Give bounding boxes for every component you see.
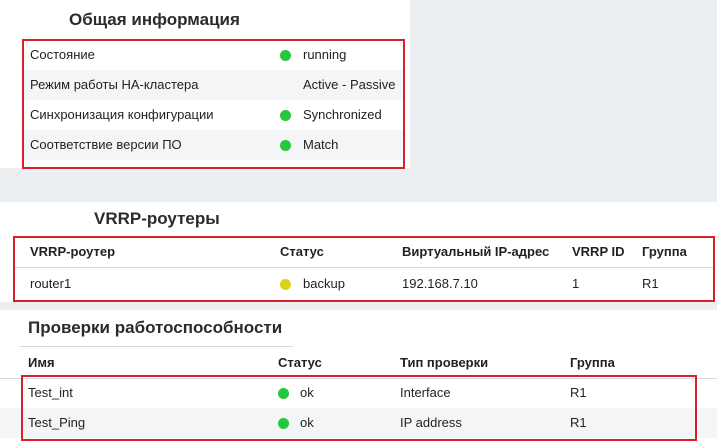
general-info-title: Общая информация <box>69 10 240 29</box>
health-col-type: Тип проверки <box>400 355 489 370</box>
health-title: Проверки работоспособности <box>28 318 283 337</box>
vrrp-title: VRRP-роутеры <box>94 209 220 228</box>
health-col-group: Группа <box>570 355 615 370</box>
health-highlight <box>21 375 697 441</box>
health-title-underline <box>20 346 293 347</box>
vrrp-highlight <box>13 236 715 302</box>
general-info-highlight <box>22 39 405 169</box>
health-col-status: Статус <box>278 355 322 370</box>
health-col-name: Имя <box>28 355 55 370</box>
health-table-header: Имя Статус Тип проверки Группа <box>0 348 717 378</box>
